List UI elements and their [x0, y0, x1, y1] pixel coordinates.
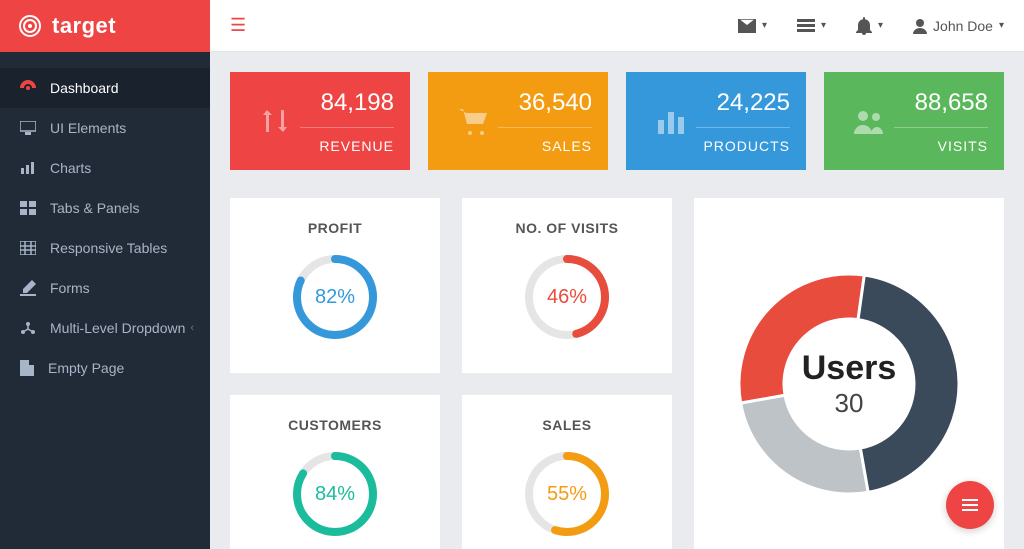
envelope-icon: [738, 19, 756, 33]
chart-icon: [20, 161, 36, 175]
sidebar-item-label: Empty Page: [48, 360, 124, 376]
sidebar-item-ui-elements[interactable]: UI Elements: [0, 108, 210, 148]
gauge-value: 84%: [290, 449, 380, 539]
sidebar-item-label: Responsive Tables: [50, 240, 167, 256]
gauge-value: 82%: [290, 252, 380, 342]
stat-card-visits[interactable]: 88,658VISITS: [824, 72, 1004, 170]
bell-icon: [856, 17, 872, 35]
top-actions: ▾ ▾ ▾ John Doe ▾: [738, 17, 1004, 35]
caret-down-icon: ▾: [878, 20, 883, 31]
donut-value: 30: [835, 388, 864, 419]
messages-menu[interactable]: ▾: [738, 19, 767, 33]
caret-down-icon: ▾: [999, 20, 1004, 31]
stat-value: 84,198: [300, 89, 394, 128]
stat-value: 88,658: [894, 89, 988, 128]
stat-value: 36,540: [498, 89, 592, 128]
grid-icon: [20, 201, 36, 215]
sidebar: Dashboard UI Elements Charts Tabs & Pane…: [0, 52, 210, 549]
fab-button[interactable]: [946, 481, 994, 529]
tasks-menu[interactable]: ▾: [797, 19, 826, 33]
sidebar-item-multi-level-dropdown[interactable]: Multi-Level Dropdown ‹: [0, 308, 210, 348]
stat-card-revenue[interactable]: 84,198REVENUE: [230, 72, 410, 170]
list-icon: [797, 19, 815, 33]
sidebar-item-dashboard[interactable]: Dashboard: [0, 68, 210, 108]
sidebar-item-label: Multi-Level Dropdown: [50, 320, 185, 336]
table-icon: [20, 241, 36, 255]
sidebar-item-forms[interactable]: Forms: [0, 268, 210, 308]
gauge-title: SALES: [542, 417, 591, 433]
stat-label: VISITS: [894, 128, 988, 154]
dashboard-icon: [20, 80, 36, 96]
stats-row: 84,198REVENUE 36,540SALES 24,225PRODUCTS…: [230, 72, 1004, 170]
gauge-card-sales: SALES 55%: [462, 395, 672, 549]
sidebar-item-empty-page[interactable]: Empty Page: [0, 348, 210, 388]
sidebar-item-label: Tabs & Panels: [50, 200, 140, 216]
gauges-grid: PROFIT 82% NO. OF VISITS 46% CUSTOMERS 8…: [230, 198, 672, 549]
stat-card-sales[interactable]: 36,540SALES: [428, 72, 608, 170]
user-menu[interactable]: John Doe ▾: [913, 18, 1004, 34]
sidebar-item-label: Dashboard: [50, 80, 119, 96]
gauge-sales: 55%: [522, 449, 612, 539]
sidebar-item-label: Forms: [50, 280, 90, 296]
edit-icon: [20, 280, 36, 296]
target-icon: [18, 14, 42, 38]
charts-grid: PROFIT 82% NO. OF VISITS 46% CUSTOMERS 8…: [230, 198, 1004, 549]
gauge-title: PROFIT: [308, 220, 362, 236]
users-icon: [844, 108, 894, 134]
stat-value: 24,225: [696, 89, 790, 128]
menu-icon: [962, 499, 978, 511]
gauge-visits: 46%: [522, 252, 612, 342]
menu-toggle-icon[interactable]: ☰: [230, 15, 246, 36]
stat-label: REVENUE: [300, 128, 394, 154]
stat-label: PRODUCTS: [696, 128, 790, 154]
gauge-card-profit: PROFIT 82%: [230, 198, 440, 373]
donut-title: Users: [802, 349, 897, 388]
caret-down-icon: ▾: [762, 20, 767, 31]
caret-down-icon: ▾: [821, 20, 826, 31]
arrows-icon: [250, 103, 300, 139]
cart-icon: [448, 106, 498, 136]
gauge-profit: 82%: [290, 252, 380, 342]
gauge-value: 46%: [522, 252, 612, 342]
bars-icon: [646, 108, 696, 134]
gauge-card-visits: NO. OF VISITS 46%: [462, 198, 672, 373]
gauge-title: CUSTOMERS: [288, 417, 382, 433]
donut-chart: Users 30: [704, 239, 994, 529]
sidebar-item-tabs-panels[interactable]: Tabs & Panels: [0, 188, 210, 228]
gauge-card-customers: CUSTOMERS 84%: [230, 395, 440, 549]
stat-card-products[interactable]: 24,225PRODUCTS: [626, 72, 806, 170]
topbar-right: ☰ ▾ ▾ ▾ John Doe ▾: [210, 0, 1024, 51]
gauge-title: NO. OF VISITS: [516, 220, 619, 236]
top-bar: target ☰ ▾ ▾ ▾ John Doe ▾: [0, 0, 1024, 52]
sidebar-item-label: UI Elements: [50, 120, 126, 136]
brand[interactable]: target: [0, 0, 210, 52]
gauge-customers: 84%: [290, 449, 380, 539]
sidebar-item-label: Charts: [50, 160, 91, 176]
sidebar-item-charts[interactable]: Charts: [0, 148, 210, 188]
stat-label: SALES: [498, 128, 592, 154]
notifications-menu[interactable]: ▾: [856, 17, 883, 35]
main-content: 84,198REVENUE 36,540SALES 24,225PRODUCTS…: [210, 52, 1024, 549]
file-icon: [20, 360, 34, 376]
chevron-left-icon: ‹: [190, 322, 194, 334]
user-name-label: John Doe: [933, 18, 993, 34]
sidebar-item-responsive-tables[interactable]: Responsive Tables: [0, 228, 210, 268]
monitor-icon: [20, 121, 36, 135]
gauge-value: 55%: [522, 449, 612, 539]
user-icon: [913, 18, 927, 34]
tree-icon: [20, 321, 36, 335]
brand-text: target: [52, 13, 116, 39]
